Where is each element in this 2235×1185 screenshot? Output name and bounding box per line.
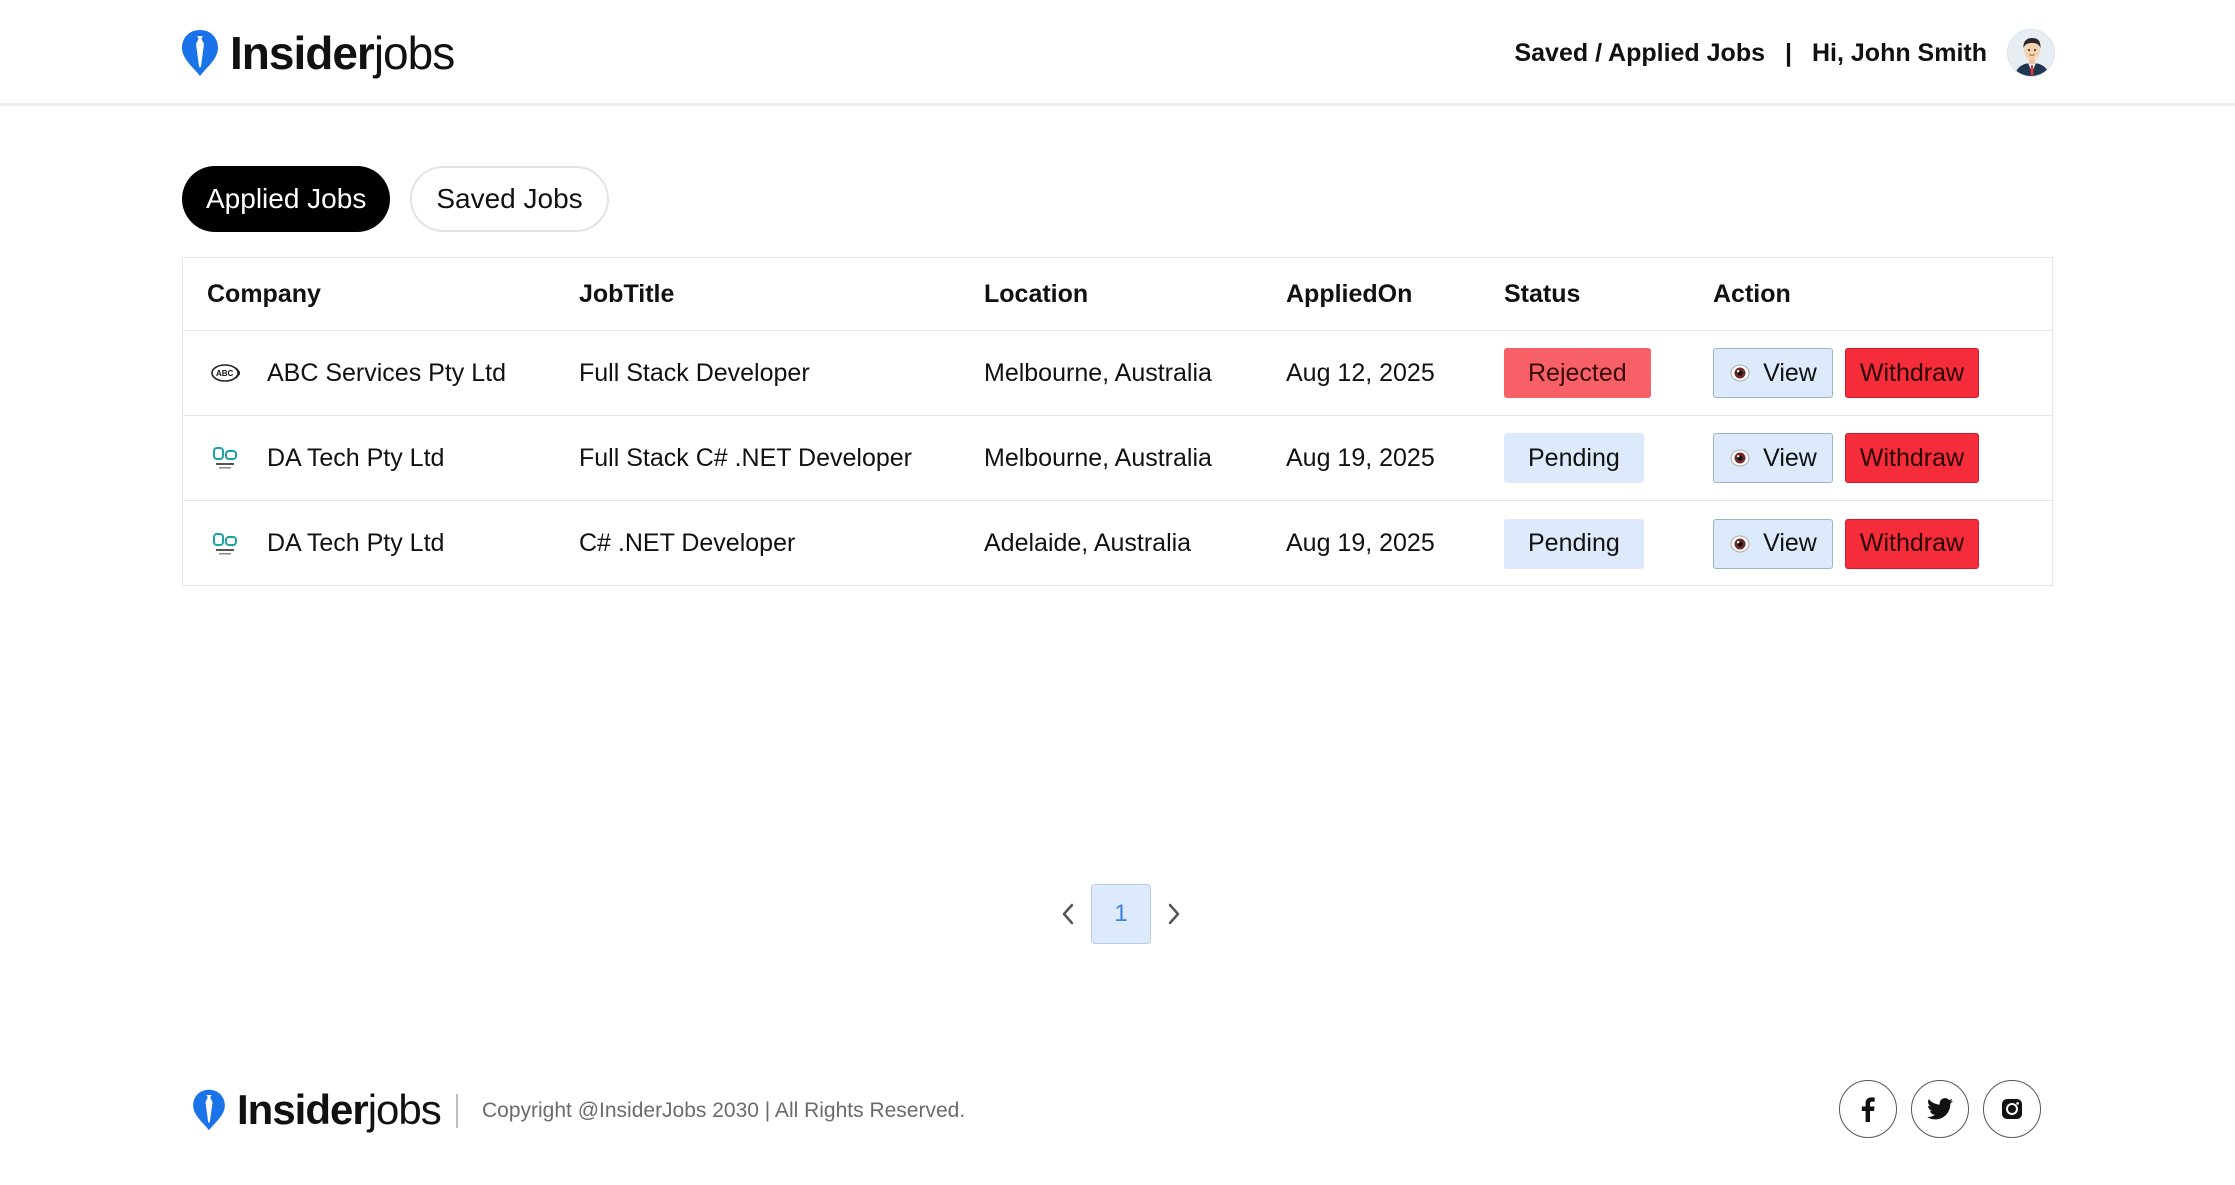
chevron-right-icon[interactable] bbox=[1161, 899, 1187, 929]
top-header: Insiderjobs Saved / Applied Jobs | Hi, J… bbox=[0, 0, 2235, 106]
column-header-company: Company bbox=[207, 279, 321, 308]
table-row: ABC ABC Services Pty Ltd Full Stack Deve… bbox=[183, 331, 2052, 416]
location-pin-icon bbox=[182, 30, 218, 76]
withdraw-button[interactable]: Withdraw bbox=[1845, 433, 1979, 483]
tab-saved-jobs[interactable]: Saved Jobs bbox=[410, 166, 609, 232]
column-header-action: Action bbox=[1713, 279, 1791, 308]
footer-logo[interactable]: Insiderjobs bbox=[191, 1086, 442, 1133]
action-cell: View Withdraw bbox=[1713, 501, 1979, 586]
tab-applied-jobs[interactable]: Applied Jobs bbox=[182, 166, 391, 232]
instagram-icon[interactable] bbox=[1983, 1080, 2041, 1138]
job-title: Full Stack Developer bbox=[579, 358, 810, 387]
footer-brand-bold: Insider bbox=[237, 1086, 369, 1133]
action-cell: View Withdraw bbox=[1713, 416, 1979, 500]
brand-light: jobs bbox=[373, 27, 455, 79]
status-cell: Pending bbox=[1504, 501, 1644, 586]
column-header-location: Location bbox=[984, 279, 1089, 308]
company-name: DA Tech Pty Ltd bbox=[267, 443, 445, 472]
job-location: Adelaide, Australia bbox=[984, 529, 1192, 557]
view-button-label: View bbox=[1763, 358, 1817, 387]
job-title: C# .NET Developer bbox=[579, 529, 796, 557]
withdraw-button[interactable]: Withdraw bbox=[1845, 518, 1979, 569]
twitter-icon[interactable] bbox=[1911, 1080, 1969, 1138]
applied-jobs-table: Company JobTitle Location AppliedOn Stat… bbox=[182, 257, 2053, 586]
page-number-button[interactable]: 1 bbox=[1091, 884, 1151, 944]
jobs-tabs: Applied Jobs Saved Jobs bbox=[182, 166, 609, 232]
header-separator: | bbox=[1785, 38, 1792, 67]
pagination: 1 bbox=[1055, 884, 1187, 944]
job-location: Melbourne, Australia bbox=[984, 443, 1212, 472]
company-cell: ABC ABC Services Pty Ltd bbox=[207, 331, 506, 415]
view-button[interactable]: View bbox=[1713, 348, 1833, 398]
view-button-label: View bbox=[1763, 443, 1817, 472]
table-row: DA Tech Pty Ltd C# .NET Developer Adelai… bbox=[183, 501, 2052, 586]
facebook-icon[interactable] bbox=[1839, 1080, 1897, 1138]
abc-logo-icon: ABC bbox=[207, 355, 243, 391]
applied-date: Aug 19, 2025 bbox=[1286, 443, 1435, 472]
job-title: Full Stack C# .NET Developer bbox=[579, 443, 912, 472]
user-greeting: Hi, John Smith bbox=[1812, 38, 1987, 67]
datech-logo-icon bbox=[207, 440, 243, 476]
column-header-appliedon: AppliedOn bbox=[1286, 279, 1413, 308]
user-avatar-icon bbox=[2008, 30, 2054, 76]
saved-applied-jobs-link[interactable]: Saved / Applied Jobs bbox=[1514, 39, 1765, 68]
footer-brand-light: jobs bbox=[367, 1086, 442, 1133]
company-cell: DA Tech Pty Ltd bbox=[207, 501, 444, 586]
eye-icon bbox=[1730, 535, 1750, 552]
eye-icon bbox=[1730, 364, 1750, 382]
status-badge: Pending bbox=[1504, 518, 1644, 569]
job-location: Melbourne, Australia bbox=[984, 358, 1212, 387]
table-header-row: Company JobTitle Location AppliedOn Stat… bbox=[183, 258, 2052, 331]
copyright-text: Copyright @InsiderJobs 2030 | All Rights… bbox=[482, 1099, 966, 1122]
company-cell: DA Tech Pty Ltd bbox=[207, 416, 444, 500]
status-badge: Pending bbox=[1504, 433, 1644, 483]
column-header-status: Status bbox=[1504, 279, 1581, 308]
action-cell: View Withdraw bbox=[1713, 331, 1979, 415]
status-badge: Rejected bbox=[1504, 348, 1651, 398]
avatar[interactable] bbox=[2007, 29, 2055, 77]
chevron-left-icon[interactable] bbox=[1055, 899, 1081, 929]
footer-divider bbox=[456, 1094, 458, 1128]
view-button-label: View bbox=[1763, 529, 1817, 557]
svg-text:ABC: ABC bbox=[216, 369, 234, 378]
withdraw-button[interactable]: Withdraw bbox=[1845, 348, 1979, 398]
eye-icon bbox=[1730, 449, 1750, 467]
company-name: DA Tech Pty Ltd bbox=[267, 529, 445, 557]
applied-date: Aug 19, 2025 bbox=[1286, 529, 1435, 557]
location-pin-icon bbox=[193, 1089, 225, 1131]
applied-date: Aug 12, 2025 bbox=[1286, 358, 1435, 387]
view-button[interactable]: View bbox=[1713, 433, 1833, 483]
site-logo[interactable]: Insiderjobs bbox=[180, 27, 455, 79]
social-links bbox=[1825, 1080, 2041, 1138]
status-cell: Pending bbox=[1504, 416, 1644, 500]
header-user-area: Saved / Applied Jobs | Hi, John Smith bbox=[1514, 28, 2055, 78]
brand-bold: Insider bbox=[230, 27, 375, 79]
datech-logo-icon bbox=[207, 526, 243, 562]
view-button[interactable]: View bbox=[1713, 518, 1833, 569]
column-header-jobtitle: JobTitle bbox=[579, 279, 675, 308]
table-row: DA Tech Pty Ltd Full Stack C# .NET Devel… bbox=[183, 416, 2052, 501]
status-cell: Rejected bbox=[1504, 331, 1651, 415]
company-name: ABC Services Pty Ltd bbox=[267, 358, 506, 387]
